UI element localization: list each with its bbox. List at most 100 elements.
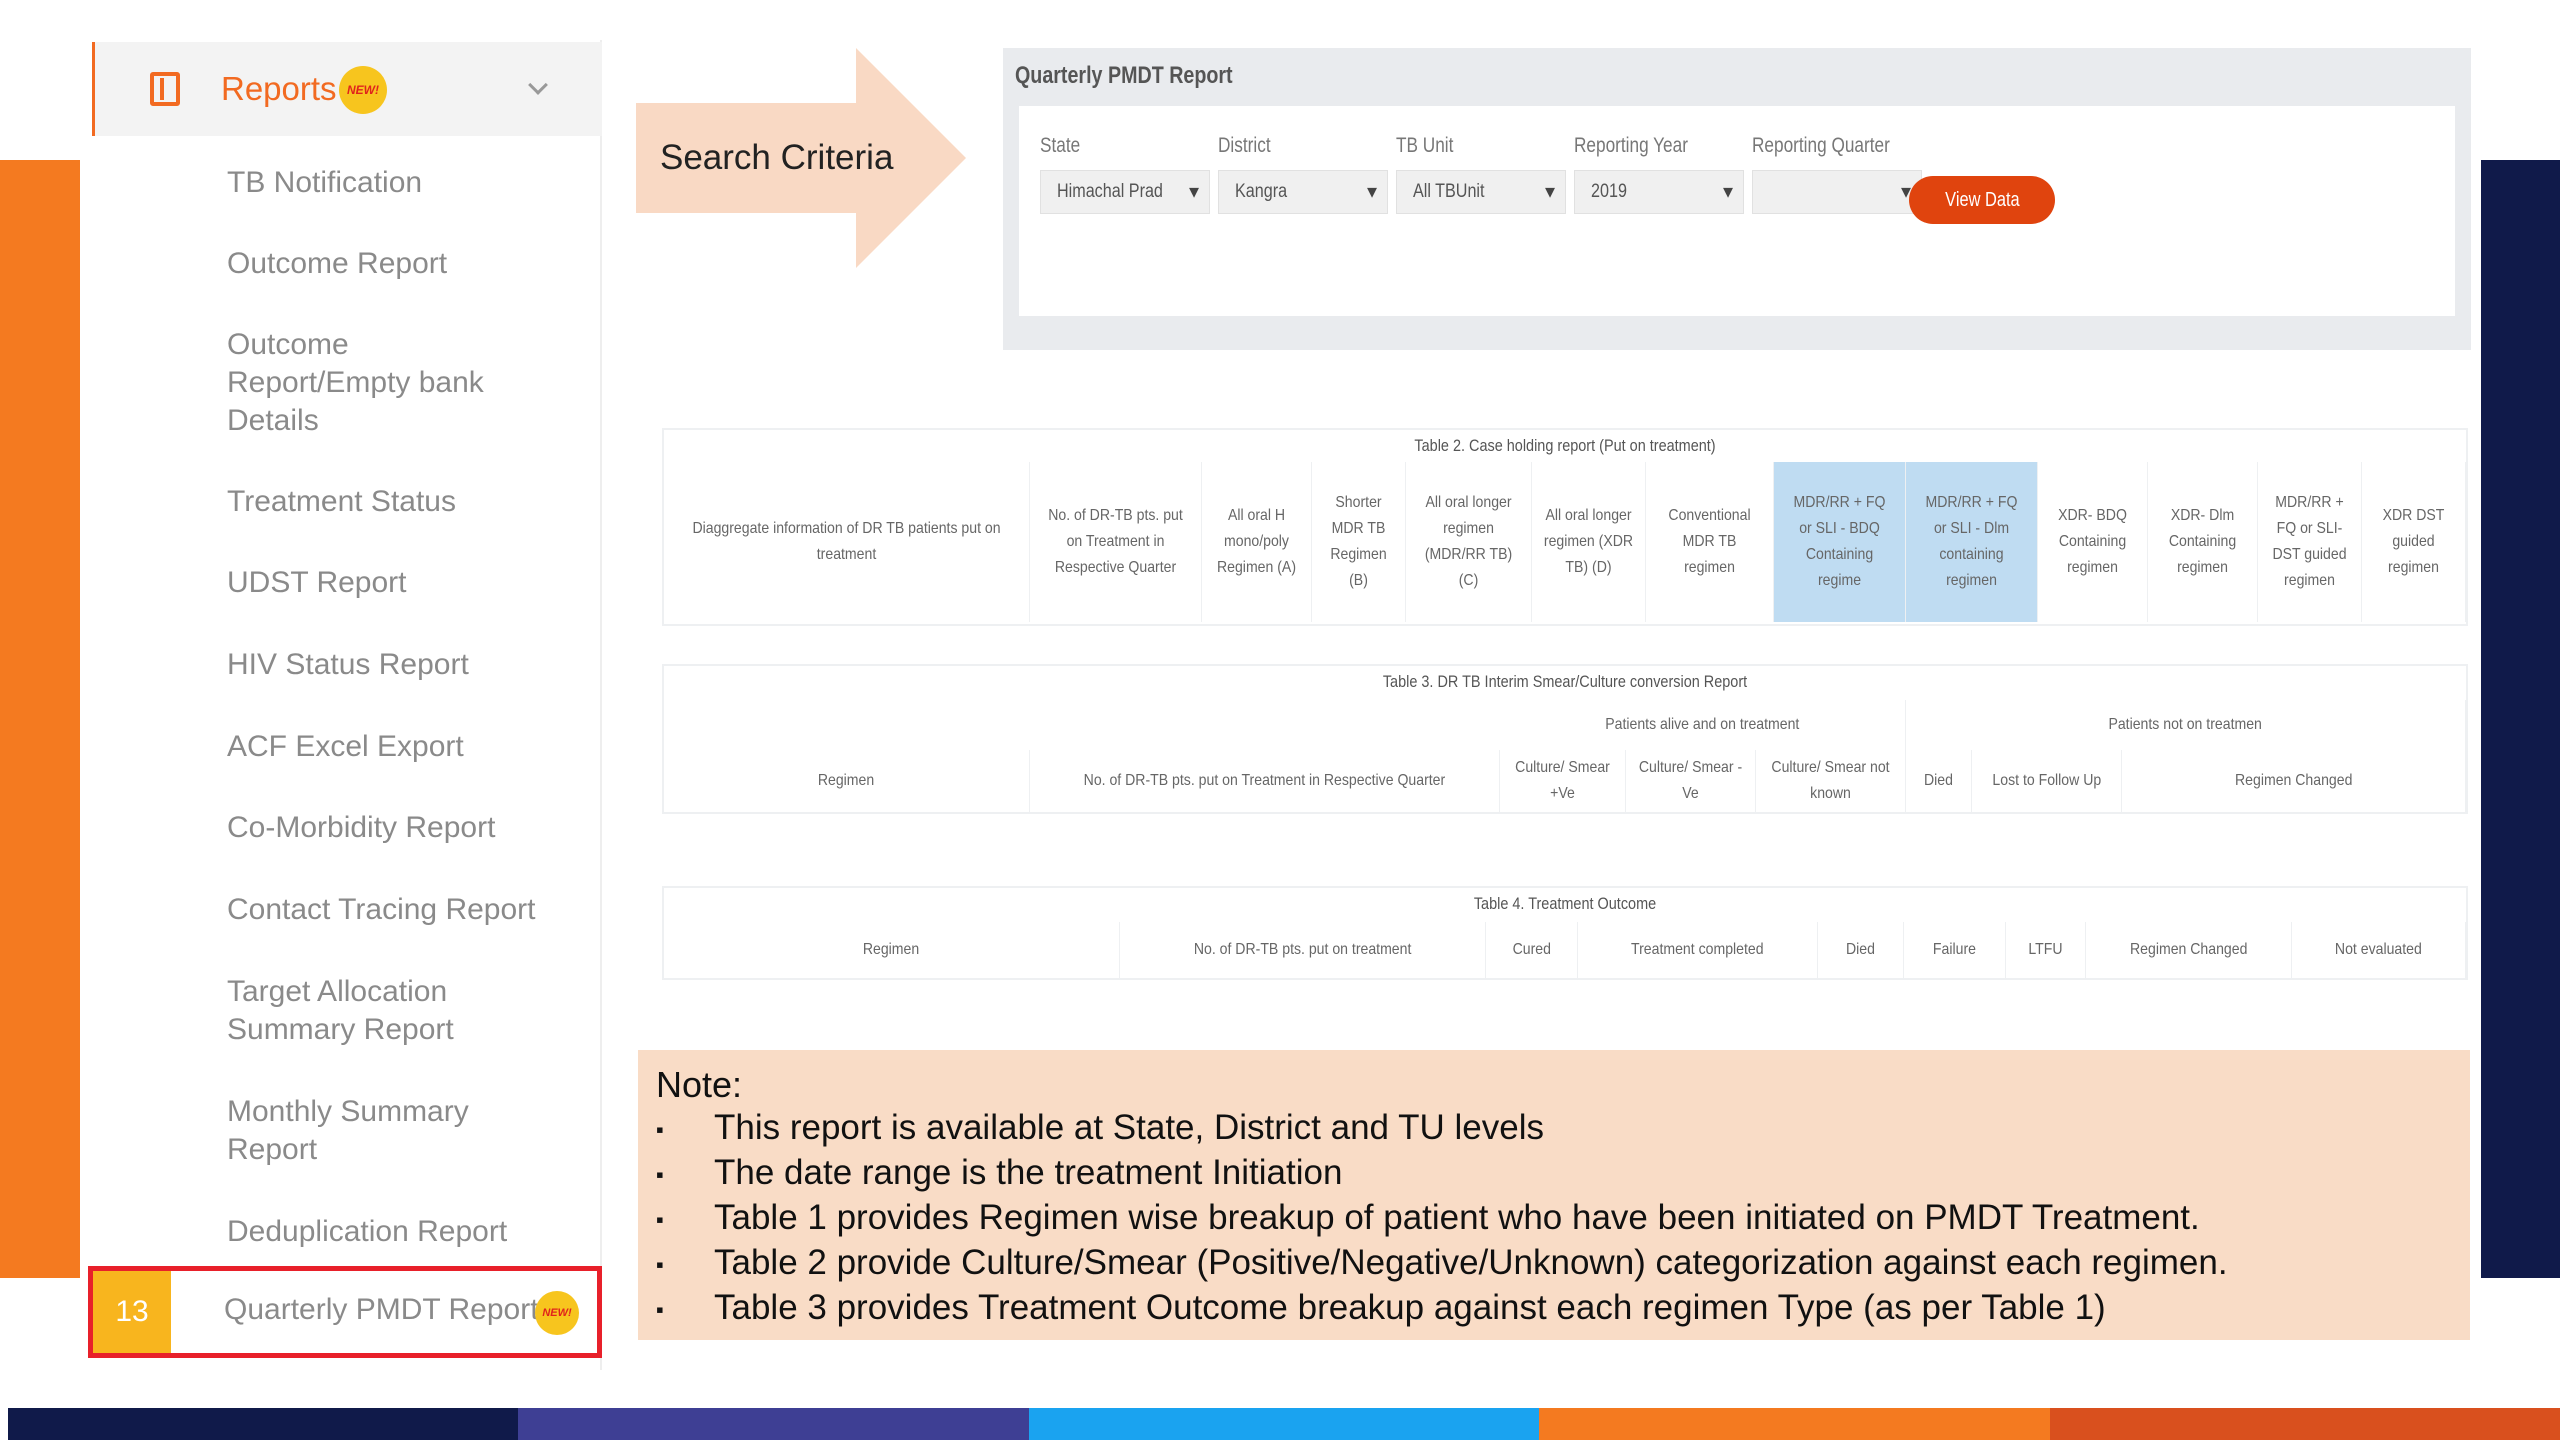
table-2-case-holding: Table 2. Case holding report (Put on tre… bbox=[662, 428, 2468, 626]
note-text: Table 2 provide Culture/Smear (Positive/… bbox=[714, 1243, 2228, 1282]
sidebar-item-outcome-empty-bank[interactable]: Outcome Report/Empty bank Details bbox=[227, 326, 527, 440]
reporting-quarter-select[interactable] bbox=[1752, 170, 1922, 214]
table-header-cell: Cured bbox=[1486, 922, 1578, 978]
sidebar-item-target-allocation[interactable]: Target Allocation Summary Report bbox=[227, 973, 507, 1049]
stripe-segment bbox=[518, 1408, 1029, 1440]
note-text: Table 1 provides Regimen wise breakup of… bbox=[714, 1198, 2200, 1237]
district-value: Kangra bbox=[1235, 181, 1288, 202]
sidebar: Reports NEW! TB Notification Outcome Rep… bbox=[88, 40, 602, 1370]
table-header-cell: MDR/RR + FQ or SLI- DST guided regimen bbox=[2258, 462, 2362, 622]
table-caption: Table 2. Case holding report (Put on tre… bbox=[1414, 436, 1716, 455]
sidebar-item-acf-excel[interactable]: ACF Excel Export bbox=[227, 728, 597, 766]
filter-form: State Himachal Prad District Kangra TB U… bbox=[1019, 106, 2455, 316]
search-panel: Quarterly PMDT Report State Himachal Pra… bbox=[1003, 48, 2471, 350]
table-header-cell: Conventional MDR TB regimen bbox=[1646, 462, 1774, 622]
table-header-cell: Regimen bbox=[664, 750, 1030, 812]
table-header-cell: Died bbox=[1818, 922, 1904, 978]
sidebar-item-outcome-report[interactable]: Outcome Report bbox=[227, 245, 597, 283]
slide-number: 13 bbox=[93, 1271, 171, 1353]
district-label: District bbox=[1218, 134, 1271, 157]
bullet-icon: ▪ bbox=[656, 1206, 664, 1232]
table-caption: Table 4. Treatment Outcome bbox=[1473, 894, 1657, 913]
panel-title: Quarterly PMDT Report bbox=[1015, 62, 1233, 89]
note-text: The date range is the treatment Initiati… bbox=[714, 1153, 1343, 1192]
bullet-icon: ▪ bbox=[656, 1251, 664, 1277]
table-header-cell: Culture/ Smear not known bbox=[1756, 750, 1906, 812]
table-header-cell: Diaggregate information of DR TB patient… bbox=[664, 462, 1030, 622]
tb-unit-select[interactable]: All TBUnit bbox=[1396, 170, 1566, 214]
note-item: ▪ Table 2 provide Culture/Smear (Positive… bbox=[656, 1243, 2228, 1283]
stripe-segment bbox=[1539, 1408, 2050, 1440]
table-header-cell: Regimen Changed bbox=[2122, 750, 2466, 812]
stripe-segment bbox=[2049, 1408, 2560, 1440]
reporting-year-label: Reporting Year bbox=[1574, 134, 1688, 157]
table-header-cell: No. of DR-TB pts. put on Treatment in Re… bbox=[1030, 462, 1202, 622]
table-header-cell: Lost to Follow Up bbox=[1972, 750, 2122, 812]
note-text: Table 3 provides Treatment Outcome break… bbox=[714, 1288, 2106, 1327]
table-header-cell: All oral longer regimen (XDR TB) (D) bbox=[1532, 462, 1646, 622]
table-header-cell: XDR- Dlm Containing regimen bbox=[2148, 462, 2258, 622]
sidebar-item-treatment-status[interactable]: Treatment Status bbox=[227, 483, 597, 521]
reporting-year-select[interactable]: 2019 bbox=[1574, 170, 1744, 214]
view-data-button[interactable]: View Data bbox=[1909, 176, 2055, 224]
table-3-smear-culture: Table 3. DR TB Interim Smear/Culture con… bbox=[662, 664, 2468, 814]
sidebar-item-co-morbidity[interactable]: Co-Morbidity Report bbox=[227, 809, 597, 847]
sidebar-item-contact-tracing[interactable]: Contact Tracing Report bbox=[227, 891, 597, 929]
tb-unit-label: TB Unit bbox=[1396, 134, 1454, 157]
table-header-cell: All oral H mono/poly Regimen (A) bbox=[1202, 462, 1312, 622]
note-item: ▪ The date range is the treatment Initiat… bbox=[656, 1153, 1342, 1193]
table-header-cell: Failure bbox=[1904, 922, 2006, 978]
table-header-cell: Culture/ Smear -Ve bbox=[1626, 750, 1756, 812]
bullet-icon: ▪ bbox=[656, 1116, 664, 1142]
table-header-cell: Shorter MDR TB Regimen (B) bbox=[1312, 462, 1406, 622]
sidebar-item-deduplication[interactable]: Deduplication Report bbox=[227, 1213, 597, 1251]
search-criteria-label: Search Criteria bbox=[660, 138, 894, 177]
table-header-cell: All oral longer regimen (MDR/RR TB) (C) bbox=[1406, 462, 1532, 622]
bullet-icon: ▪ bbox=[656, 1161, 664, 1187]
new-badge: NEW! bbox=[535, 1291, 579, 1335]
report-book-icon bbox=[150, 72, 180, 106]
reports-label: Reports bbox=[221, 70, 337, 107]
stripe-segment bbox=[1028, 1408, 1540, 1440]
table-header-cell: Treatment completed bbox=[1578, 922, 1818, 978]
table-4-treatment-outcome: Table 4. Treatment Outcome Regimen No. o… bbox=[662, 886, 2468, 980]
note-item: ▪ Table 3 provides Treatment Outcome brea… bbox=[656, 1288, 2106, 1328]
table-header-cell: LTFU bbox=[2006, 922, 2086, 978]
table-header-cell: XDR- BDQ Containing regimen bbox=[2038, 462, 2148, 622]
state-label: State bbox=[1040, 134, 1081, 157]
table-header-cell: Regimen bbox=[664, 922, 1120, 978]
table-group-header: Patients not on treatmen bbox=[1906, 700, 2466, 750]
note-text: This report is available at State, Distr… bbox=[714, 1108, 1544, 1147]
sidebar-item-quarterly-pmdt[interactable]: 13 Quarterly PMDT Report NEW! bbox=[88, 1266, 602, 1358]
sidebar-item-hiv-status[interactable]: HIV Status Report bbox=[227, 646, 597, 684]
note-title: Note: bbox=[656, 1064, 743, 1105]
state-select[interactable]: Himachal Prad bbox=[1040, 170, 1210, 214]
chevron-down-icon[interactable] bbox=[528, 75, 548, 95]
right-navy-bar bbox=[2481, 160, 2560, 1278]
sidebar-item-monthly-summary[interactable]: Monthly Summary Report bbox=[227, 1093, 507, 1169]
sidebar-reports-menu[interactable]: Reports NEW! bbox=[92, 42, 602, 136]
tb-unit-value: All TBUnit bbox=[1413, 181, 1485, 202]
table-group-header: Patients alive and on treatment bbox=[1500, 700, 1906, 750]
sidebar-item-udst-report[interactable]: UDST Report bbox=[227, 564, 597, 602]
reporting-year-value: 2019 bbox=[1591, 181, 1627, 202]
note-item: ▪ This report is available at State, Dist… bbox=[656, 1108, 1544, 1148]
sidebar-item-tb-notification[interactable]: TB Notification bbox=[227, 164, 597, 202]
table-header-cell: Regimen Changed bbox=[2086, 922, 2292, 978]
new-badge: NEW! bbox=[339, 66, 387, 114]
table-header-cell: Not evaluated bbox=[2292, 922, 2466, 978]
table-header-cell-highlighted: MDR/RR + FQ or SLI - Dlm containing regi… bbox=[1906, 462, 2038, 622]
stripe-segment bbox=[8, 1408, 519, 1440]
district-select[interactable]: Kangra bbox=[1218, 170, 1388, 214]
table-header-cell: Died bbox=[1906, 750, 1972, 812]
table-header-cell: Culture/ Smear +Ve bbox=[1500, 750, 1626, 812]
reporting-quarter-label: Reporting Quarter bbox=[1752, 134, 1890, 157]
table-caption: Table 3. DR TB Interim Smear/Culture con… bbox=[1382, 672, 1748, 691]
note-box: Note: ▪ This report is available at State… bbox=[638, 1050, 2470, 1340]
table-header-cell-highlighted: MDR/RR + FQ or SLI - BDQ Containing regi… bbox=[1774, 462, 1906, 622]
state-value: Himachal Prad bbox=[1057, 181, 1163, 202]
left-orange-bar bbox=[0, 160, 80, 1278]
bullet-icon: ▪ bbox=[656, 1296, 664, 1322]
table-header-cell: XDR DST guided regimen bbox=[2362, 462, 2466, 622]
note-item: ▪ Table 1 provides Regimen wise breakup o… bbox=[656, 1198, 2200, 1238]
